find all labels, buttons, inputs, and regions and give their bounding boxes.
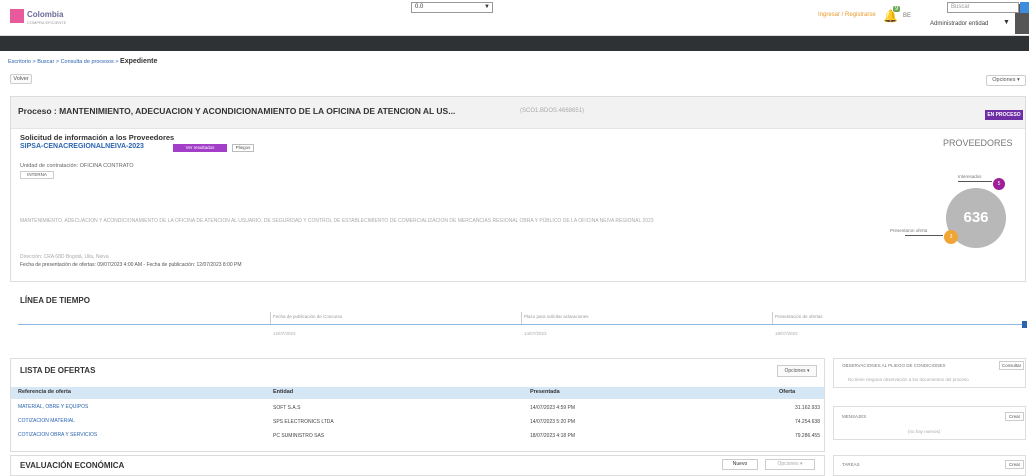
timeline-tick: [772, 312, 773, 324]
offer-entity: SOFT S.A.S: [273, 405, 301, 411]
new-button[interactable]: Nuevo: [722, 459, 758, 470]
breadcrumb-current: Expediente: [120, 58, 158, 65]
timeline-line: [18, 324, 1024, 325]
timeline-tick: [270, 312, 271, 324]
nav-select-value: 0.0: [415, 4, 424, 10]
chevron-down-icon: ▼: [484, 4, 490, 10]
notification-label: BE: [903, 13, 912, 19]
legend-line-offered: [905, 235, 943, 236]
offer-value: 79.286.455: [794, 433, 820, 439]
status-badge: EN PROCESO: [985, 110, 1023, 120]
column-header[interactable]: Entidad: [273, 389, 293, 395]
providers-offered[interactable]: 3: [944, 230, 958, 244]
offer-value: 31.162.933: [794, 405, 820, 411]
consult-button[interactable]: Consultar: [999, 361, 1024, 370]
observations-note: No tiene ninguna observación a los docum…: [848, 377, 969, 382]
offer-reference-link[interactable]: MATERIAL, OBRE Y EQUIPOS: [18, 404, 88, 410]
economic-eval-title: EVALUACIÓN ECONÓMICA: [20, 461, 125, 470]
timeline-event-label: Plazo para solicitar aclaraciones: [524, 314, 589, 319]
offers-options-button[interactable]: Opciones ▾: [777, 365, 817, 377]
nav-select[interactable]: 0.0 ▼: [411, 2, 493, 13]
offer-date: 14/07/2023 5:20 PM: [530, 419, 576, 425]
timeline-tick: [521, 312, 522, 324]
messages-title: MENSAJES: [842, 414, 867, 419]
request-title: Solicitud de información a los Proveedor…: [20, 133, 175, 142]
logo-subtitle: COMPRA EFICIENTE: [27, 20, 67, 25]
timeline-event-date: 18/07/2023: [775, 331, 798, 336]
unit-value: INTERNA: [20, 171, 54, 179]
search-input[interactable]: Buscar: [947, 2, 1019, 13]
providers-title: PROVEEDORES: [943, 138, 1013, 148]
timeline-event-label: Fecha de publicación de Concurso: [273, 314, 343, 319]
timeline-end-marker: [1022, 321, 1027, 328]
nav-item-directorio[interactable]: Directorio SECOP: [108, 2, 156, 13]
process-description: MANTENIMIENTO, ADECUACION Y ACONDICIONAM…: [20, 218, 654, 224]
process-location: Dirección: CRA 68D Bogotá, Uila, Neiva: [20, 254, 109, 260]
economic-eval-panel: [10, 455, 825, 476]
back-button[interactable]: Volver: [10, 74, 32, 84]
offers-table-header: [11, 387, 824, 399]
column-header[interactable]: Oferta: [779, 389, 795, 395]
nav-item-contratos[interactable]: Contratos: [66, 2, 92, 13]
process-title: Proceso : MANTENIMIENTO, ADECUACION Y AC…: [18, 106, 456, 116]
observations-title: OBSERVACIONES AL PLIEGO DE CONDICIONES: [842, 363, 946, 368]
offer-entity: SPS ELECTRONICS LTDA: [273, 419, 334, 425]
legend-offered: Presentaron oferta: [890, 228, 928, 233]
messages-panel: [833, 406, 1026, 440]
user-menu[interactable]: Administrador entidad: [930, 21, 988, 27]
column-header[interactable]: Presentada: [530, 389, 560, 395]
pliegos-button[interactable]: Pliegos: [232, 144, 254, 152]
offer-date: 18/07/2023 4:18 PM: [530, 433, 576, 439]
nav-item-procesos[interactable]: Procesos ▼: [6, 2, 39, 13]
create-message-button[interactable]: Crear: [1005, 412, 1024, 421]
login-link[interactable]: Ingresar / Registrarse: [818, 12, 876, 18]
chevron-down-icon[interactable]: ▼: [1003, 19, 1010, 26]
offer-entity: PC SUMINISTRO SAS: [273, 433, 325, 439]
create-task-button[interactable]: Crear: [1005, 460, 1024, 469]
timeline-event-label: Presentación de ofertas: [775, 314, 823, 319]
economic-options-button[interactable]: Opciones ▾: [765, 459, 815, 470]
legend-line-interested: [958, 181, 992, 182]
timeline-event-date: 12/07/2023: [273, 331, 296, 336]
messages-note: (no hay nuevos): [908, 429, 941, 434]
nav-item-subasta[interactable]: Subasta electrónica: [285, 2, 338, 13]
notification-count: 9: [893, 6, 901, 12]
breadcrumb: Escritorio > Buscar > Consulta de proces…: [8, 58, 157, 65]
offers-title: LISTA DE OFERTAS: [20, 366, 96, 375]
column-header[interactable]: Referencia de oferta: [18, 389, 71, 395]
tasks-title: TAREAS: [842, 462, 860, 467]
timeline-event-date: 14/07/2023: [524, 331, 547, 336]
options-button[interactable]: Opciones ▾: [986, 75, 1026, 86]
search-button[interactable]: [1020, 2, 1029, 13]
results-badge[interactable]: Ver resultados: [173, 144, 227, 152]
process-dates: Fecha de presentación de ofertas: 09/07/…: [20, 262, 242, 268]
process-ref: (SCO1.BDOS.4668651): [520, 108, 585, 114]
breadcrumb-path[interactable]: Escritorio > Buscar > Consulta de proces…: [8, 59, 120, 65]
timeline-title: LÍNEA DE TIEMPO: [20, 296, 90, 305]
offer-date: 14/07/2023 4:59 PM: [530, 405, 576, 411]
nav-item-otras[interactable]: Otras funcionalidades ▼: [181, 2, 247, 13]
providers-interested[interactable]: 5: [993, 178, 1005, 190]
legend-interested: Interesados: [958, 174, 982, 179]
tasks-panel: [833, 455, 1026, 476]
offer-reference-link[interactable]: COTIZACION OBRA Y SERVICIOS: [18, 432, 97, 438]
offer-value: 74.254.638: [794, 419, 820, 425]
unit-label: Unidad de contratación: OFICINA CONTRATO: [20, 163, 134, 169]
process-code-link[interactable]: SIPSA-CENACREGIONALNEIVA-2023: [20, 143, 144, 150]
nav-item-menu[interactable]: Menú ▼: [366, 2, 389, 13]
offers-panel: [10, 358, 825, 452]
main-nav: [0, 36, 1029, 51]
offer-reference-link[interactable]: COTIZACION MATERIAL: [18, 418, 75, 424]
